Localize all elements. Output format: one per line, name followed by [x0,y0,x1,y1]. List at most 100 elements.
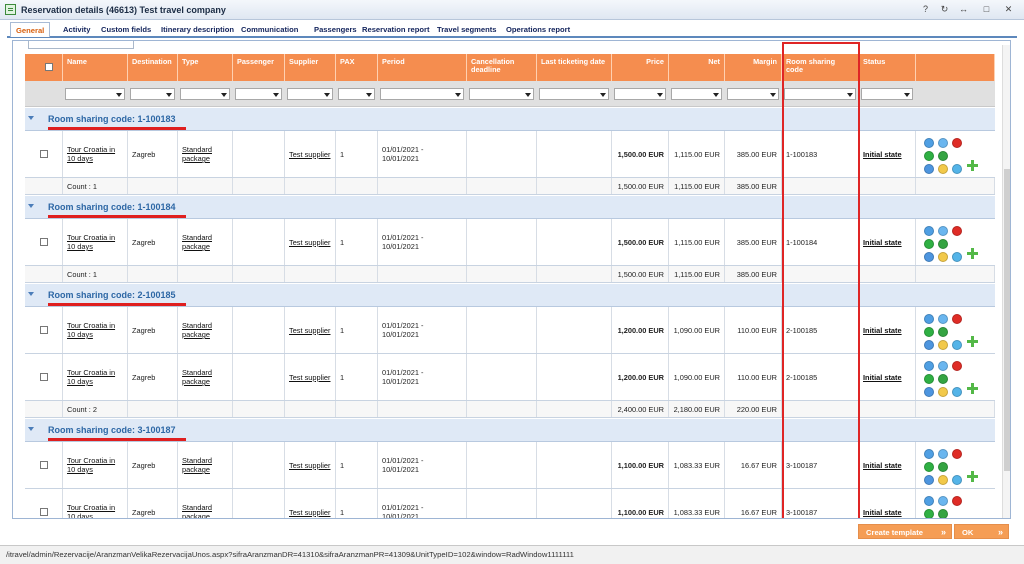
table-row[interactable]: Tour Croatia in 10 days Zagreb Standard pa… [25,307,995,354]
row-select-cell[interactable] [25,442,63,488]
add-passenger-icon[interactable] [938,462,948,472]
product-name-link[interactable]: Tour Croatia in 10 days [63,307,128,353]
table-row[interactable]: Tour Croatia in 10 days Zagreb Standard pa… [25,442,995,489]
supplier-link-text[interactable]: Test supplier [289,326,331,335]
tab-activity[interactable]: Activity [58,22,95,37]
delete-icon[interactable] [952,449,962,459]
note-icon[interactable] [938,475,948,485]
note-icon[interactable] [938,387,948,397]
tab-travel-segments[interactable]: Travel segments [432,22,502,37]
header-select[interactable] [25,54,63,81]
info-icon[interactable] [924,387,934,397]
collapse-icon[interactable] [28,427,34,431]
add-passenger-icon[interactable] [938,374,948,384]
add-icon[interactable] [924,327,934,337]
filter-status[interactable] [861,88,913,100]
status-link[interactable]: Initial state [859,354,916,400]
type-link[interactable]: Standard package [178,219,233,265]
table-row[interactable]: Tour Croatia in 10 days Zagreb Standard pa… [25,131,995,178]
filter-margin[interactable] [727,88,779,100]
type-link-text[interactable]: Standard package [182,456,228,474]
plus-icon[interactable] [967,471,978,482]
copy-icon[interactable] [938,314,948,324]
add-passenger-icon[interactable] [938,239,948,249]
collapse-icon[interactable] [28,204,34,208]
supplier-link-text[interactable]: Test supplier [289,373,331,382]
delete-icon[interactable] [952,314,962,324]
settings-icon[interactable] [924,361,934,371]
supplier-link[interactable]: Test supplier [285,489,336,518]
tab-general[interactable]: General [10,22,51,37]
status-link[interactable]: Initial state [859,307,916,353]
tab-operations-report[interactable]: Operations report [501,22,575,37]
status-link-text[interactable]: Initial state [863,373,902,382]
supplier-link-text[interactable]: Test supplier [289,461,331,470]
info-icon[interactable] [924,475,934,485]
tab-communication[interactable]: Communication [236,22,303,37]
row-select-cell[interactable] [25,354,63,400]
add-passenger-icon[interactable] [938,509,948,518]
refresh-button[interactable]: ↻ [936,2,953,17]
plus-icon[interactable] [967,160,978,171]
type-link[interactable]: Standard package [178,489,233,518]
supplier-link[interactable]: Test supplier [285,131,336,177]
row-checkbox[interactable] [39,508,48,516]
status-link[interactable]: Initial state [859,219,916,265]
info-icon[interactable] [924,252,934,262]
product-name-link-text[interactable]: Tour Croatia in 10 days [67,503,123,518]
info-icon[interactable] [924,340,934,350]
type-link-text[interactable]: Standard package [182,233,228,251]
settings-icon[interactable] [924,314,934,324]
vertical-scrollbar[interactable] [1002,45,1010,518]
row-select-cell[interactable] [25,131,63,177]
status-link-text[interactable]: Initial state [863,238,902,247]
type-link-text[interactable]: Standard package [182,368,228,386]
product-name-link-text[interactable]: Tour Croatia in 10 days [67,368,123,386]
type-link-text[interactable]: Standard package [182,145,228,163]
settings-icon[interactable] [924,226,934,236]
product-name-link[interactable]: Tour Croatia in 10 days [63,442,128,488]
add-icon[interactable] [924,239,934,249]
maximize-button[interactable]: □ [978,2,995,17]
tab-passengers[interactable]: Passengers [309,22,362,37]
add-icon[interactable] [924,462,934,472]
filter-period[interactable] [380,88,464,100]
note-icon[interactable] [938,252,948,262]
add-passenger-icon[interactable] [938,327,948,337]
status-link-text[interactable]: Initial state [863,508,902,517]
row-checkbox[interactable] [39,326,48,334]
copy-icon[interactable] [938,138,948,148]
delete-icon[interactable] [952,361,962,371]
add-icon[interactable] [924,374,934,384]
resize-button[interactable]: ↔ [955,2,972,17]
product-name-link[interactable]: Tour Croatia in 10 days [63,219,128,265]
settings-icon[interactable] [924,496,934,506]
product-name-link[interactable]: Tour Croatia in 10 days [63,354,128,400]
table-row[interactable]: Tour Croatia in 10 days Zagreb Standard pa… [25,219,995,266]
type-link-text[interactable]: Standard package [182,321,228,339]
settings-icon[interactable] [924,138,934,148]
tab-itinerary-description[interactable]: Itinerary description [156,22,239,37]
product-name-link[interactable]: Tour Croatia in 10 days [63,131,128,177]
table-row[interactable]: Tour Croatia in 10 days Zagreb Standard pa… [25,489,995,518]
gear-icon[interactable] [952,252,962,262]
add-passenger-icon[interactable] [938,151,948,161]
gear-icon[interactable] [952,340,962,350]
product-name-link[interactable]: Tour Croatia in 10 days [63,489,128,518]
ok-button[interactable]: OK [954,524,1009,540]
collapse-icon[interactable] [28,116,34,120]
type-link[interactable]: Standard package [178,354,233,400]
product-name-link-text[interactable]: Tour Croatia in 10 days [67,321,123,339]
copy-icon[interactable] [938,496,948,506]
row-checkbox[interactable] [39,238,48,246]
close-button[interactable]: ✕ [1000,2,1017,17]
plus-icon[interactable] [967,383,978,394]
row-select-cell[interactable] [25,307,63,353]
note-icon[interactable] [938,340,948,350]
tab-custom-fields[interactable]: Custom fields [96,22,156,37]
status-link[interactable]: Initial state [859,442,916,488]
select-all-checkbox[interactable] [45,63,53,71]
filter-deadline[interactable] [469,88,534,100]
row-select-cell[interactable] [25,219,63,265]
product-name-link-text[interactable]: Tour Croatia in 10 days [67,456,123,474]
